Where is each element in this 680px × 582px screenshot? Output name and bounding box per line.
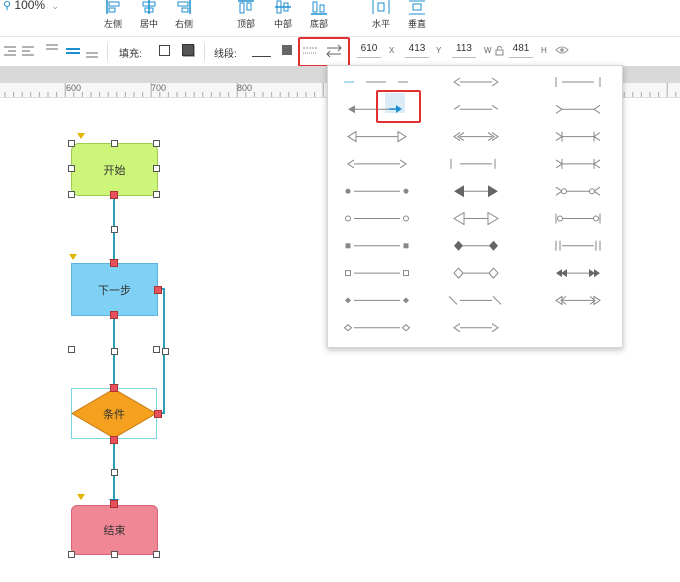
resize-handle[interactable] (153, 191, 160, 198)
arrow-end-icon (397, 130, 407, 143)
resize-handle[interactable] (111, 551, 118, 558)
rotate-handle-icon[interactable] (69, 254, 77, 260)
arrow-start-icon (343, 324, 353, 332)
arrow-end-icon (488, 267, 499, 279)
connection-port[interactable] (110, 384, 118, 392)
arrow-end-icon (399, 159, 407, 169)
flow-node-step[interactable]: 下一步 (71, 263, 158, 316)
resize-handle[interactable] (68, 346, 75, 353)
arrow-end-icon (488, 185, 498, 198)
arrow-end-icon (489, 240, 498, 251)
resize-handle[interactable] (153, 140, 160, 147)
arrow-start-icon (454, 185, 464, 198)
connection-port[interactable] (110, 191, 118, 199)
arrow-end-icon (401, 324, 411, 332)
arrow-end-icon (491, 104, 499, 110)
arrow-end-icon (595, 240, 601, 251)
connection-port[interactable] (154, 410, 162, 418)
connection-port[interactable] (110, 500, 118, 508)
arrow-end-icon (492, 296, 502, 305)
flow-node-condition-label: 条件 (103, 408, 125, 421)
resize-handle[interactable] (153, 551, 160, 558)
rotate-handle-icon[interactable] (77, 494, 85, 500)
arrow-end-icon (593, 213, 601, 224)
popup-highlight-box (376, 90, 421, 123)
arrow-start-icon (345, 243, 351, 249)
arrow-start-icon (555, 158, 563, 169)
arrow-end-icon (403, 270, 409, 277)
line-midpoint-handle[interactable] (111, 469, 118, 476)
rotate-handle-icon[interactable] (77, 133, 85, 139)
arrow-end-icon (403, 188, 409, 194)
arrow-end-icon (487, 211, 499, 226)
arrow-start-icon (555, 131, 563, 142)
arrow-start-icon (345, 188, 351, 194)
arrow-start-icon (555, 104, 563, 114)
arrow-start-icon (453, 77, 461, 87)
arrow-start-icon (453, 104, 461, 110)
arrow-start-icon (555, 213, 563, 224)
arrow-end-icon (403, 215, 409, 222)
flow-node-start-label: 开始 (103, 164, 126, 177)
arrow-end-icon (491, 323, 499, 333)
resize-handle[interactable] (68, 165, 75, 172)
resize-handle[interactable] (68, 140, 75, 147)
arrow-start-icon (348, 105, 355, 114)
arrow-end-icon (491, 77, 499, 87)
arrow-start-icon (345, 270, 351, 277)
arrow-start-icon (556, 269, 567, 278)
arrow-end-icon (403, 297, 409, 304)
line-midpoint-handle[interactable] (111, 348, 118, 355)
resize-handle[interactable] (68, 551, 75, 558)
arrow-end-icon (593, 104, 601, 114)
line-midpoint-handle[interactable] (111, 226, 118, 233)
connection-port[interactable] (110, 259, 118, 267)
connection-port[interactable] (110, 436, 118, 444)
flow-node-step-label: 下一步 (98, 284, 131, 297)
flow-node-end[interactable]: 结束 (71, 505, 158, 555)
arrow-start-icon (347, 130, 357, 143)
flow-node-end-label: 结束 (103, 525, 126, 537)
resize-handle[interactable] (111, 140, 118, 147)
arrow-end-icon (593, 158, 601, 169)
arrow-start-icon (555, 186, 567, 196)
arrow-options-grid (343, 77, 601, 333)
connection-port[interactable] (154, 286, 162, 294)
line-midpoint-handle[interactable] (162, 348, 169, 355)
resize-handle[interactable] (68, 191, 75, 198)
arrow-start-icon (454, 240, 463, 251)
arrow-end-icon (403, 243, 409, 249)
arrow-start-icon (453, 267, 464, 279)
arrow-start-icon (345, 215, 351, 222)
arrow-start-icon (347, 159, 355, 169)
arrow-style-popup (327, 65, 623, 348)
arrow-start-icon (453, 211, 465, 226)
flow-node-start[interactable]: 开始 (71, 143, 158, 196)
resize-handle[interactable] (153, 165, 160, 172)
arrow-end-icon (593, 131, 601, 142)
arrow-start-icon (448, 296, 458, 305)
arrow-end-icon (589, 269, 600, 278)
arrow-start-icon (345, 297, 351, 304)
resize-handle[interactable] (153, 346, 160, 353)
connection-port[interactable] (110, 311, 118, 319)
arrow-end-icon (589, 186, 601, 196)
arrow-start-icon (555, 240, 561, 251)
arrow-start-icon (453, 323, 461, 333)
